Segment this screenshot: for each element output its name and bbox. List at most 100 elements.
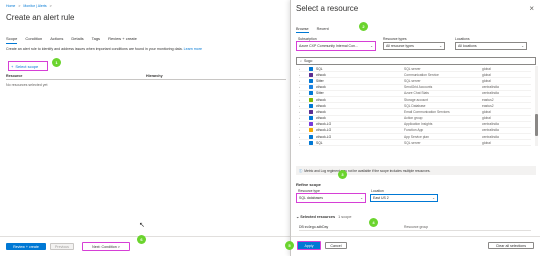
- expand-icon[interactable]: ›: [299, 79, 309, 83]
- expand-icon[interactable]: ›: [299, 98, 309, 102]
- expand-icon[interactable]: ›: [299, 122, 309, 126]
- resource-location: global: [482, 66, 491, 71]
- tab-browse[interactable]: Browse: [296, 27, 309, 33]
- chevron-down-icon: ⌄: [432, 196, 435, 200]
- tab-scope[interactable]: Scope: [6, 36, 18, 44]
- expand-icon[interactable]: ›: [299, 91, 309, 95]
- table-empty-row: No resources selected yet: [6, 83, 48, 87]
- search-value: Sogo: [304, 59, 313, 63]
- resource-types-dropdown[interactable]: All resource types ⌄: [383, 42, 445, 50]
- breadcrumb-sep: >: [49, 4, 52, 8]
- resource-name: cthook: [316, 103, 326, 108]
- previous-button[interactable]: Previous: [50, 243, 74, 250]
- selected-resource-row: DB sv4ego-sdbDay Resource group: [299, 224, 531, 231]
- tab-condition[interactable]: Condition: [25, 36, 42, 44]
- select-scope-label: Select scope: [15, 63, 39, 69]
- column-header-resource: Resource: [6, 74, 23, 78]
- expand-icon[interactable]: ›: [299, 110, 309, 114]
- resource-location: centralindia: [482, 122, 499, 127]
- chevron-down-icon: ⌄: [439, 44, 442, 48]
- resource-list-item[interactable]: › SQL SQL server global: [299, 140, 531, 146]
- close-icon[interactable]: ×: [529, 4, 534, 13]
- resource-type: Azure Chat Stats: [404, 91, 429, 96]
- expand-icon[interactable]: ›: [299, 73, 309, 77]
- add-icon: +: [11, 63, 14, 69]
- panel-footer: 5 Apply Cancel Clear all selections: [285, 236, 540, 256]
- resource-tabs: Browse Recent: [296, 27, 329, 33]
- info-banner: ⓘ Metric and Log regiment may not be ava…: [296, 166, 536, 175]
- expand-icon[interactable]: ›: [299, 128, 309, 132]
- locations-dropdown[interactable]: All locations ⌄: [455, 42, 527, 50]
- expand-icon[interactable]: ›: [299, 116, 309, 120]
- info-text: Metric and Log regiment may not be avail…: [304, 168, 431, 173]
- resource-name: cthook-LG: [316, 128, 332, 133]
- resource-location: centralindia: [482, 85, 499, 90]
- resource-location: eastus2: [482, 103, 494, 108]
- clear-selections-button[interactable]: Clear all selections: [488, 242, 534, 249]
- resource-type-icon: [309, 140, 313, 145]
- resource-name: cthook-LG: [316, 134, 332, 139]
- tab-tags[interactable]: Tags: [92, 36, 100, 44]
- resource-type: Application Insights: [404, 122, 433, 127]
- tab-recent[interactable]: Recent: [317, 27, 329, 33]
- expand-icon[interactable]: ›: [299, 104, 309, 108]
- resource-type-dropdown[interactable]: SQL databases ⌄: [296, 193, 366, 203]
- resource-type-icon: [309, 128, 313, 133]
- tab-review-create[interactable]: Review + create: [108, 36, 137, 44]
- resource-type: Email Communication Services: [404, 109, 450, 114]
- list-scrollbar-thumb[interactable]: [535, 114, 538, 136]
- resource-type: SQL Database: [404, 103, 426, 108]
- breadcrumb: Home > Monitor | Alerts >: [6, 4, 52, 8]
- subscription-dropdown[interactable]: Azure CXP Community Internal Con... ⌄: [296, 41, 376, 51]
- expand-icon[interactable]: ›: [299, 135, 309, 139]
- expand-icon[interactable]: ›: [299, 85, 309, 89]
- select-scope-button[interactable]: + Select scope: [8, 61, 48, 71]
- resource-location: global: [482, 109, 491, 114]
- learn-more-link[interactable]: Learn more: [184, 47, 202, 51]
- location-dropdown[interactable]: East US 2 ⌄: [370, 194, 438, 202]
- resource-search-input[interactable]: ⌕ Sogo: [296, 57, 536, 65]
- resource-type-value: SQL databases: [299, 196, 323, 200]
- step-badge-2: 2: [359, 22, 368, 31]
- step-badge-3: 3: [338, 170, 347, 179]
- resource-type: SQL server: [404, 66, 421, 71]
- locations-value: All locations: [458, 44, 477, 48]
- resource-type: Action group: [404, 116, 423, 121]
- resource-name: Sitter: [316, 91, 324, 96]
- wizard-tabs: Scope Condition Actions Details Tags Rev…: [6, 36, 137, 44]
- info-icon: ⓘ: [299, 169, 303, 173]
- breadcrumb-monitor[interactable]: Monitor | Alerts: [23, 4, 46, 8]
- resource-name: cthook: [316, 97, 326, 102]
- tab-details[interactable]: Details: [71, 36, 83, 44]
- cancel-button[interactable]: Cancel: [325, 242, 347, 249]
- search-icon: ⌕: [300, 59, 303, 63]
- resource-list: › SQL SQL server global › cthook Communication…: [299, 66, 531, 146]
- next-condition-button[interactable]: Next: Condition >: [82, 242, 130, 251]
- resource-type-icon: [309, 72, 313, 77]
- wizard-footer: Review + create Previous Next: Condition…: [0, 235, 290, 256]
- column-header-hierarchy: Hierarchy: [146, 74, 163, 78]
- tab-actions[interactable]: Actions: [50, 36, 63, 44]
- expand-icon[interactable]: ›: [299, 67, 309, 71]
- description-text: Create an alert rule to identify and add…: [6, 47, 183, 51]
- resource-types-label: Resource types: [383, 37, 407, 41]
- breadcrumb-home[interactable]: Home: [6, 4, 15, 8]
- resource-name: cthook: [316, 116, 326, 121]
- review-create-button[interactable]: Review + create: [6, 243, 46, 250]
- resource-type-icon: [309, 97, 313, 102]
- apply-button[interactable]: Apply: [297, 241, 321, 250]
- resource-type-icon: [309, 134, 313, 139]
- location-label: Location: [371, 189, 384, 193]
- resource-name: cthook: [316, 109, 326, 114]
- location-value: East US 2: [373, 196, 389, 200]
- expand-icon[interactable]: ›: [299, 141, 309, 145]
- resource-location: global: [482, 116, 491, 121]
- resource-location: eastus2: [482, 97, 494, 102]
- chevron-down-icon[interactable]: ⌄: [296, 215, 299, 219]
- chevron-down-icon: ⌄: [360, 196, 363, 200]
- resource-type-icon: [309, 116, 313, 121]
- selected-resource-name: DB sv4ego-sdbDay: [299, 225, 329, 229]
- resource-location: global: [482, 72, 491, 77]
- locations-label: Locations: [455, 37, 470, 41]
- resource-type: Function App: [404, 128, 424, 133]
